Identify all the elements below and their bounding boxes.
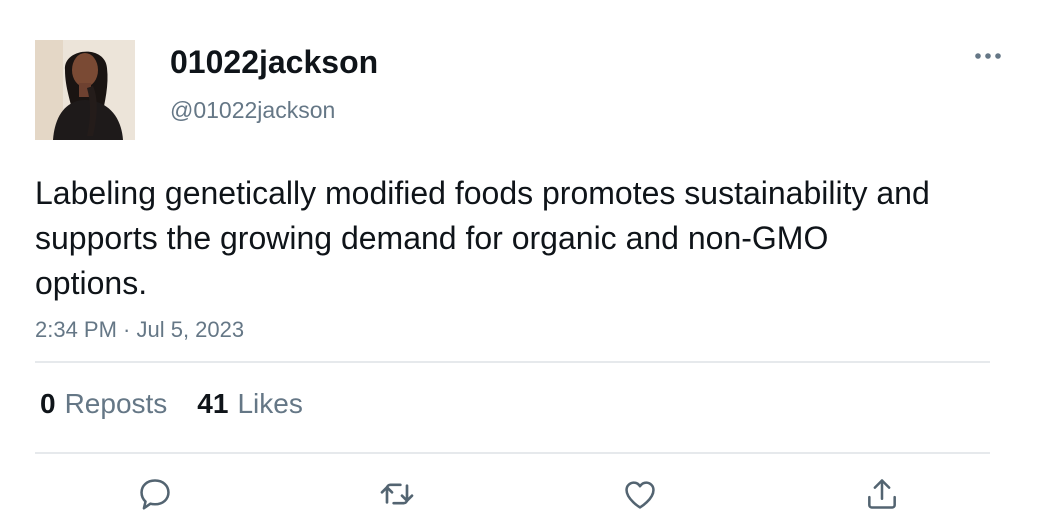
reposts-label: Reposts bbox=[64, 388, 168, 419]
avatar[interactable] bbox=[35, 40, 135, 140]
reposts-stat[interactable]: 0 Reposts bbox=[40, 388, 167, 420]
display-name[interactable]: 01022jackson bbox=[170, 44, 378, 81]
tweet-timestamp[interactable]: 2:34 PM · Jul 5, 2023 bbox=[35, 317, 244, 343]
share-button[interactable] bbox=[862, 474, 902, 514]
tweet-stats: 0 Reposts 41 Likes bbox=[40, 388, 303, 420]
more-options-button[interactable] bbox=[970, 44, 1006, 68]
reply-button[interactable] bbox=[135, 474, 175, 514]
heart-icon bbox=[625, 481, 655, 509]
tweet-card: 01022jackson @01022jackson Labeling gene… bbox=[0, 0, 1050, 525]
user-handle[interactable]: @01022jackson bbox=[170, 97, 335, 124]
divider bbox=[35, 361, 990, 363]
share-icon bbox=[868, 479, 896, 509]
likes-stat[interactable]: 41 Likes bbox=[197, 388, 303, 420]
divider bbox=[35, 452, 990, 454]
reposts-count: 0 bbox=[40, 388, 56, 419]
likes-label: Likes bbox=[237, 388, 303, 419]
more-horizontal-icon bbox=[975, 53, 1001, 59]
likes-count: 41 bbox=[197, 388, 229, 419]
avatar-image bbox=[35, 40, 135, 140]
reply-icon bbox=[140, 479, 170, 510]
retweet-button[interactable] bbox=[377, 474, 417, 514]
retweet-icon bbox=[380, 483, 414, 505]
tweet-text: Labeling genetically modified foods prom… bbox=[35, 175, 930, 301]
like-button[interactable] bbox=[620, 474, 660, 514]
